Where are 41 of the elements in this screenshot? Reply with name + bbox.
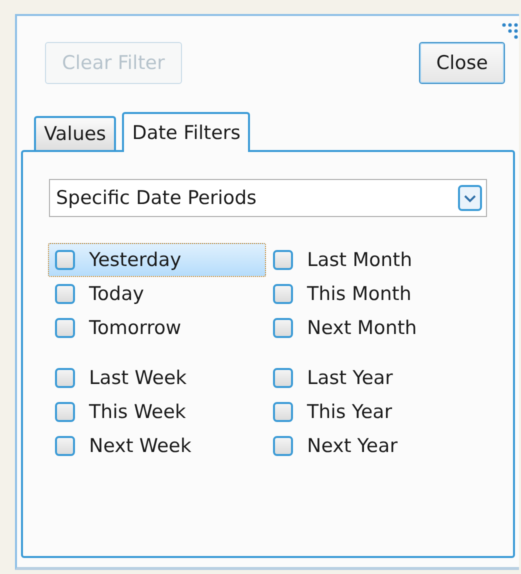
checkbox-option[interactable]: Last Year xyxy=(266,361,484,395)
resize-grip-icon[interactable] xyxy=(501,22,519,42)
checkbox-option[interactable]: Tomorrow xyxy=(48,311,266,345)
option-label: Yesterday xyxy=(89,249,182,271)
checkbox-option[interactable]: Last Week xyxy=(48,361,266,395)
option-label: Last Week xyxy=(89,367,187,389)
checkbox-option[interactable]: Next Week xyxy=(48,429,266,463)
option-label: Next Week xyxy=(89,435,192,457)
checkbox[interactable] xyxy=(273,284,293,304)
option-label: Next Year xyxy=(307,435,398,457)
checkbox[interactable] xyxy=(273,436,293,456)
period-dropdown[interactable]: Specific Date Periods xyxy=(49,179,487,217)
checkbox[interactable] xyxy=(55,284,75,304)
checkbox-option[interactable]: This Month xyxy=(266,277,484,311)
option-label: Last Month xyxy=(307,249,412,271)
checkbox-option[interactable]: Next Year xyxy=(266,429,484,463)
checkbox[interactable] xyxy=(273,318,293,338)
checkbox[interactable] xyxy=(55,318,75,338)
option-label: Next Month xyxy=(307,317,417,339)
checkbox[interactable] xyxy=(55,402,75,422)
option-label: This Month xyxy=(307,283,412,305)
close-button[interactable]: Close xyxy=(419,42,505,84)
checkbox-option[interactable]: This Week xyxy=(48,395,266,429)
checkbox[interactable] xyxy=(273,402,293,422)
checkbox[interactable] xyxy=(55,250,75,270)
checkbox-option[interactable]: This Year xyxy=(266,395,484,429)
checkbox[interactable] xyxy=(55,436,75,456)
checkbox[interactable] xyxy=(273,368,293,388)
option-label: This Year xyxy=(307,401,392,423)
checkbox-option[interactable]: Yesterday xyxy=(48,243,266,277)
option-label: Today xyxy=(89,283,144,305)
tab[interactable]: Values xyxy=(34,116,116,150)
checkbox[interactable] xyxy=(273,250,293,270)
option-label: Tomorrow xyxy=(89,317,182,339)
checkbox-option[interactable]: Last Month xyxy=(266,243,484,277)
checkbox-option[interactable]: Today xyxy=(48,277,266,311)
option-label: This Week xyxy=(89,401,186,423)
checkbox-option[interactable]: Next Month xyxy=(266,311,484,345)
tab[interactable]: Date Filters xyxy=(122,112,250,152)
checkbox[interactable] xyxy=(55,368,75,388)
option-label: Last Year xyxy=(307,367,393,389)
